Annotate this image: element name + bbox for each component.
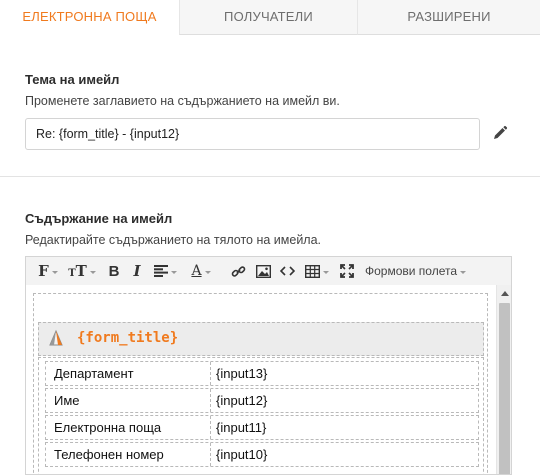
content-description: Редактирайте съдържанието на тялото на и… xyxy=(25,233,322,247)
form-title-placeholder: {form_title} xyxy=(77,330,179,346)
section-divider xyxy=(0,176,540,177)
image-icon[interactable] xyxy=(254,261,272,281)
logo-icon xyxy=(49,329,63,347)
row-value: {input10} xyxy=(216,447,268,462)
column-divider xyxy=(210,362,211,385)
column-divider xyxy=(210,416,211,439)
font-family-icon[interactable]: F xyxy=(36,261,60,281)
row-label: Телефонен номер xyxy=(54,447,164,462)
row-label: Електронна поща xyxy=(54,420,162,435)
tab-recipients[interactable]: ПОЛУЧАТЕЛИ xyxy=(179,0,357,35)
row-label: Департамент xyxy=(54,366,134,381)
align-icon[interactable] xyxy=(152,261,178,281)
form-fields-label: Формови полета xyxy=(365,264,458,278)
row-value: {input12} xyxy=(216,393,268,408)
table-row: Телефонен номер {input10} xyxy=(45,442,479,467)
scroll-up-arrow-icon[interactable] xyxy=(501,291,509,296)
row-value: {input13} xyxy=(216,366,268,381)
column-divider xyxy=(210,443,211,466)
column-divider xyxy=(210,389,211,412)
editor-toolbar: F TT B I A Формови полета xyxy=(26,257,511,286)
row-value: {input11} xyxy=(216,420,267,435)
editor-content[interactable]: {form_title} Департамент {input13} Име {… xyxy=(26,285,496,474)
link-icon[interactable] xyxy=(229,261,247,281)
subject-input[interactable]: Re: {form_title} - {input12} xyxy=(25,118,480,150)
tab-advanced[interactable]: РАЗШИРЕНИ xyxy=(357,0,540,35)
table-row: Име {input12} xyxy=(45,388,479,413)
bold-icon[interactable]: B xyxy=(106,261,122,281)
form-header: {form_title} xyxy=(38,322,484,356)
subject-description: Променете заглавието на съдържанието на … xyxy=(25,94,340,108)
italic-icon[interactable]: I xyxy=(129,261,145,281)
content-title: Съдържание на имейл xyxy=(25,211,173,226)
pencil-icon[interactable] xyxy=(492,125,508,141)
editor-scrollbar[interactable] xyxy=(496,285,511,474)
email-body-editor: F TT B I A Формови полета {form_title} Д… xyxy=(25,256,512,475)
table-icon[interactable] xyxy=(304,261,330,281)
form-fields-dropdown[interactable]: Формови полета xyxy=(365,261,480,281)
table-row: Електронна поща {input11} xyxy=(45,415,479,440)
tab-bar: ЕЛЕКТРОННА ПОЩА ПОЛУЧАТЕЛИ РАЗШИРЕНИ xyxy=(0,0,540,36)
fields-table: Департамент {input13} Име {input12} Елек… xyxy=(38,357,484,474)
subject-title: Тема на имейл xyxy=(25,72,120,87)
fullscreen-icon[interactable] xyxy=(338,261,356,281)
row-label: Име xyxy=(54,393,80,408)
tab-email[interactable]: ЕЛЕКТРОННА ПОЩА xyxy=(0,0,179,35)
table-row: Департамент {input13} xyxy=(45,361,479,386)
code-icon[interactable] xyxy=(278,261,296,281)
text-color-icon[interactable]: A xyxy=(188,261,214,281)
font-size-icon[interactable]: TT xyxy=(68,261,96,281)
scroll-thumb[interactable] xyxy=(499,303,510,474)
